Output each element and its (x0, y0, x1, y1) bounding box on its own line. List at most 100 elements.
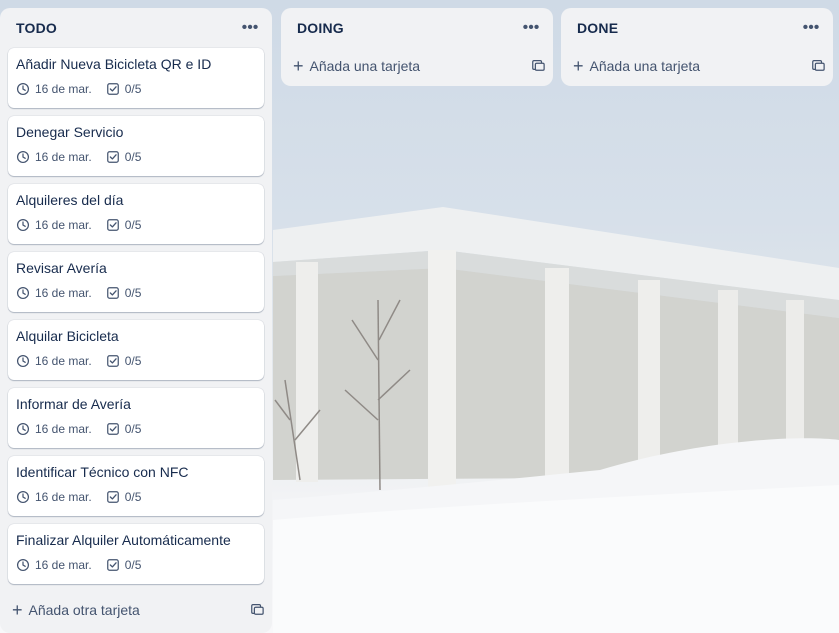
card[interactable]: Revisar Avería 16 de mar. 0/5 (8, 252, 264, 312)
checklist-count: 0/5 (124, 150, 142, 164)
checklist-icon (106, 558, 120, 572)
list-header: TODO ••• (0, 8, 272, 48)
plus-icon: + (12, 600, 23, 620)
checklist-icon (106, 218, 120, 232)
card-badges: 16 de mar. 0/5 (16, 354, 256, 368)
due-date-text: 16 de mar. (35, 150, 92, 164)
add-card-label: Añada una tarjeta (309, 58, 421, 74)
card-template-icon[interactable] (250, 602, 264, 619)
card[interactable]: Añadir Nueva Bicicleta QR e ID 16 de mar.… (8, 48, 264, 108)
due-date-badge: 16 de mar. (16, 422, 92, 436)
due-date-text: 16 de mar. (35, 82, 92, 96)
checklist-count: 0/5 (124, 218, 142, 232)
card-badges: 16 de mar. 0/5 (16, 490, 256, 504)
add-card-button[interactable]: + Añada otra tarjeta (12, 601, 140, 619)
checklist-badge: 0/5 (106, 286, 142, 300)
plus-icon: + (573, 56, 584, 76)
card-badges: 16 de mar. 0/5 (16, 558, 256, 572)
card-badges: 16 de mar. 0/5 (16, 218, 256, 232)
card-template-icon[interactable] (531, 58, 545, 75)
more-horizontal-icon[interactable]: ••• (236, 16, 264, 40)
clock-icon (16, 490, 30, 504)
clock-icon (16, 150, 30, 164)
checklist-badge: 0/5 (106, 422, 142, 436)
card[interactable]: Informar de Avería 16 de mar. 0/5 (8, 388, 264, 448)
checklist-badge: 0/5 (106, 218, 142, 232)
card[interactable]: Alquilar Bicicleta 16 de mar. 0/5 (8, 320, 264, 380)
checklist-icon (106, 286, 120, 300)
card-title: Alquileres del día (16, 192, 124, 208)
due-date-badge: 16 de mar. (16, 82, 92, 96)
card-title: Añadir Nueva Bicicleta QR e ID (16, 56, 212, 72)
list-title[interactable]: DOING (297, 20, 344, 36)
more-horizontal-icon[interactable]: ••• (797, 16, 825, 40)
clock-icon (16, 354, 30, 368)
card-title: Denegar Servicio (16, 124, 124, 140)
add-card-label: Añada otra tarjeta (28, 602, 140, 618)
clock-icon (16, 82, 30, 96)
due-date-badge: 16 de mar. (16, 150, 92, 164)
due-date-text: 16 de mar. (35, 218, 92, 232)
card-title: Finalizar Alquiler Automáticamente (16, 532, 231, 548)
clock-icon (16, 422, 30, 436)
add-card-row: + Añada una tarjeta (281, 48, 553, 84)
card[interactable]: Denegar Servicio 16 de mar. 0/5 (8, 116, 264, 176)
add-card-label: Añada una tarjeta (589, 58, 701, 74)
due-date-badge: 16 de mar. (16, 218, 92, 232)
add-card-button[interactable]: + Añada una tarjeta (573, 57, 700, 75)
card-badges: 16 de mar. 0/5 (16, 150, 256, 164)
card[interactable]: Alquileres del día 16 de mar. 0/5 (8, 184, 264, 244)
card-title: Identificar Técnico con NFC (16, 464, 189, 480)
clock-icon (16, 218, 30, 232)
list-header: DONE ••• (561, 8, 833, 48)
due-date-badge: 16 de mar. (16, 558, 92, 572)
due-date-text: 16 de mar. (35, 286, 92, 300)
card-badges: 16 de mar. 0/5 (16, 422, 256, 436)
card-title: Alquilar Bicicleta (16, 328, 119, 344)
card-title: Revisar Avería (16, 260, 107, 276)
add-card-row: + Añada otra tarjeta (0, 592, 272, 628)
list-done: DONE ••• + Añada una tarjeta (561, 8, 833, 86)
due-date-text: 16 de mar. (35, 490, 92, 504)
checklist-badge: 0/5 (106, 150, 142, 164)
card[interactable]: Identificar Técnico con NFC 16 de mar. 0/5 (8, 456, 264, 516)
card-title: Informar de Avería (16, 396, 131, 412)
clock-icon (16, 558, 30, 572)
card-badges: 16 de mar. 0/5 (16, 82, 256, 96)
due-date-text: 16 de mar. (35, 354, 92, 368)
card-badges: 16 de mar. 0/5 (16, 286, 256, 300)
checklist-count: 0/5 (124, 286, 142, 300)
list-doing: DOING ••• + Añada una tarjeta (281, 8, 553, 86)
checklist-count: 0/5 (124, 82, 142, 96)
more-horizontal-icon[interactable]: ••• (517, 16, 545, 40)
checklist-badge: 0/5 (106, 354, 142, 368)
checklist-count: 0/5 (124, 490, 142, 504)
list-header: DOING ••• (281, 8, 553, 48)
clock-icon (16, 286, 30, 300)
add-card-row: + Añada una tarjeta (561, 48, 833, 84)
add-card-button[interactable]: + Añada una tarjeta (293, 57, 420, 75)
checklist-count: 0/5 (124, 422, 142, 436)
plus-icon: + (293, 56, 304, 76)
due-date-text: 16 de mar. (35, 558, 92, 572)
checklist-badge: 0/5 (106, 490, 142, 504)
checklist-icon (106, 354, 120, 368)
due-date-badge: 16 de mar. (16, 286, 92, 300)
checklist-badge: 0/5 (106, 558, 142, 572)
due-date-badge: 16 de mar. (16, 490, 92, 504)
due-date-text: 16 de mar. (35, 422, 92, 436)
checklist-icon (106, 490, 120, 504)
card-template-icon[interactable] (811, 58, 825, 75)
list-title[interactable]: TODO (16, 20, 57, 36)
due-date-badge: 16 de mar. (16, 354, 92, 368)
checklist-count: 0/5 (124, 354, 142, 368)
checklist-icon (106, 422, 120, 436)
card[interactable]: Finalizar Alquiler Automáticamente 16 de … (8, 524, 264, 584)
list-title[interactable]: DONE (577, 20, 618, 36)
checklist-icon (106, 82, 120, 96)
card-list: Añadir Nueva Bicicleta QR e ID 16 de mar.… (0, 48, 272, 584)
checklist-icon (106, 150, 120, 164)
checklist-count: 0/5 (124, 558, 142, 572)
list-todo: TODO ••• Añadir Nueva Bicicleta QR e ID 1… (0, 8, 272, 633)
checklist-badge: 0/5 (106, 82, 142, 96)
